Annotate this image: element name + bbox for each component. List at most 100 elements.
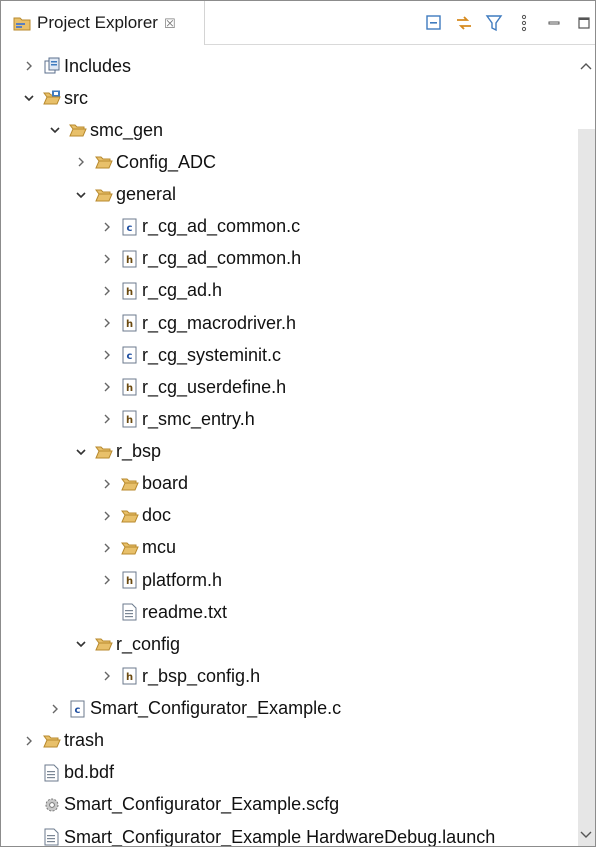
- tree-item-label: Includes: [64, 55, 132, 76]
- tree-item[interactable]: smc_gen: [1, 114, 576, 146]
- tree-item[interactable]: Smart_Configurator_Example HardwareDebug…: [1, 821, 576, 847]
- tree-item[interactable]: r_config: [1, 628, 576, 660]
- svg-text:h: h: [126, 672, 133, 683]
- h-file-icon: h: [121, 282, 139, 300]
- tree-item[interactable]: general: [1, 179, 576, 211]
- tree-item[interactable]: h r_cg_ad_common.h: [1, 243, 576, 275]
- collapse-all-icon[interactable]: [423, 12, 445, 34]
- expanded-chevron-icon[interactable]: [73, 628, 89, 660]
- tree-item[interactable]: Includes: [1, 50, 576, 82]
- tree-item[interactable]: c r_cg_ad_common.c: [1, 211, 576, 243]
- tree-item-label: r_config: [116, 633, 181, 654]
- minimize-icon[interactable]: [543, 12, 565, 34]
- expanded-chevron-icon[interactable]: [73, 436, 89, 468]
- tree-item[interactable]: Config_ADC: [1, 146, 576, 178]
- collapsed-chevron-icon[interactable]: [99, 403, 115, 435]
- svg-text:h: h: [126, 255, 133, 266]
- expanded-chevron-icon[interactable]: [73, 179, 89, 211]
- tree-item[interactable]: h r_cg_userdefine.h: [1, 371, 576, 403]
- vertical-scrollbar[interactable]: [577, 45, 595, 846]
- tree-item[interactable]: src: [1, 82, 576, 114]
- collapsed-chevron-icon[interactable]: [99, 564, 115, 596]
- project-explorer-view: Project Explorer ☒ Includes src smc_gen …: [0, 0, 596, 847]
- tree-item[interactable]: h r_cg_ad.h: [1, 275, 576, 307]
- collapsed-chevron-icon[interactable]: [21, 725, 37, 757]
- tree-item-label: general: [116, 184, 177, 205]
- no-twisty: [99, 596, 115, 628]
- tree-item-label: Smart_Configurator_Example HardwareDebug…: [64, 826, 496, 847]
- scroll-up-icon[interactable]: [577, 57, 595, 75]
- tab-project-explorer[interactable]: Project Explorer ☒: [1, 1, 205, 45]
- collapsed-chevron-icon[interactable]: [99, 532, 115, 564]
- scrollbar-thumb[interactable]: [578, 129, 595, 846]
- collapsed-chevron-icon[interactable]: [99, 211, 115, 243]
- svg-text:c: c: [127, 223, 133, 234]
- svg-text:h: h: [126, 319, 133, 330]
- tree-item-label: Config_ADC: [116, 151, 217, 172]
- collapsed-chevron-icon[interactable]: [99, 307, 115, 339]
- tree-item[interactable]: c r_cg_systeminit.c: [1, 339, 576, 371]
- tree-item-label: smc_gen: [90, 119, 164, 140]
- svg-text:h: h: [126, 383, 133, 394]
- collapsed-chevron-icon[interactable]: [99, 468, 115, 500]
- tab-bar-divider: [205, 44, 595, 45]
- folder-open-icon: [43, 732, 61, 750]
- tree-item[interactable]: mcu: [1, 532, 576, 564]
- no-twisty: [21, 757, 37, 789]
- view-title: Project Explorer: [37, 13, 158, 32]
- h-file-icon: h: [121, 250, 139, 268]
- expanded-chevron-icon[interactable]: [47, 114, 63, 146]
- collapsed-chevron-icon[interactable]: [99, 660, 115, 692]
- tree-item-label: r_bsp_config.h: [142, 665, 261, 686]
- includes-icon: [43, 57, 61, 75]
- tree-item[interactable]: Smart_Configurator_Example.scfg: [1, 789, 576, 821]
- h-file-icon: h: [121, 667, 139, 685]
- collapsed-chevron-icon[interactable]: [99, 275, 115, 307]
- maximize-icon[interactable]: [573, 12, 595, 34]
- svg-text:h: h: [126, 415, 133, 426]
- view-menu-icon[interactable]: [513, 12, 535, 34]
- c-file-icon: c: [69, 700, 87, 718]
- folder-open-icon: [69, 121, 87, 139]
- view-tab-bar: Project Explorer ☒: [1, 1, 595, 45]
- filter-icon[interactable]: [483, 12, 505, 34]
- collapsed-chevron-icon[interactable]: [73, 146, 89, 178]
- collapsed-chevron-icon[interactable]: [99, 339, 115, 371]
- tree-item[interactable]: c Smart_Configurator_Example.c: [1, 693, 576, 725]
- svg-text:h: h: [126, 576, 133, 587]
- h-file-icon: h: [121, 410, 139, 428]
- tree-item-label: r_cg_macrodriver.h: [142, 312, 297, 333]
- text-file-icon: [43, 764, 61, 782]
- tree-item[interactable]: board: [1, 468, 576, 500]
- c-file-icon: c: [121, 346, 139, 364]
- text-file-icon: [43, 828, 61, 846]
- expanded-chevron-icon[interactable]: [21, 82, 37, 114]
- tree-item[interactable]: readme.txt: [1, 596, 576, 628]
- scroll-down-icon[interactable]: [577, 826, 595, 844]
- text-file-icon: [121, 603, 139, 621]
- tree-item[interactable]: h r_smc_entry.h: [1, 403, 576, 435]
- gear-file-icon: [43, 796, 61, 814]
- close-view-icon[interactable]: ☒: [164, 16, 176, 32]
- tree-item-label: Smart_Configurator_Example.c: [90, 698, 342, 719]
- collapsed-chevron-icon[interactable]: [99, 500, 115, 532]
- collapsed-chevron-icon[interactable]: [99, 243, 115, 275]
- tree-item[interactable]: h r_cg_macrodriver.h: [1, 307, 576, 339]
- svg-text:c: c: [75, 705, 81, 716]
- link-with-editor-icon[interactable]: [453, 12, 475, 34]
- tree-item-label: r_bsp: [116, 441, 162, 462]
- tree-item[interactable]: h r_bsp_config.h: [1, 660, 576, 692]
- tree-item[interactable]: r_bsp: [1, 436, 576, 468]
- tree-item[interactable]: trash: [1, 725, 576, 757]
- tree-item-label: mcu: [142, 537, 177, 558]
- source-folder-icon: [43, 89, 61, 107]
- collapsed-chevron-icon[interactable]: [99, 371, 115, 403]
- tree-item-label: doc: [142, 505, 172, 526]
- tree-item-label: r_cg_ad.h: [142, 280, 223, 301]
- tree-item[interactable]: doc: [1, 500, 576, 532]
- tree-item[interactable]: h platform.h: [1, 564, 576, 596]
- tree-item[interactable]: bd.bdf: [1, 757, 576, 789]
- collapsed-chevron-icon[interactable]: [21, 50, 37, 82]
- h-file-icon: h: [121, 378, 139, 396]
- collapsed-chevron-icon[interactable]: [47, 693, 63, 725]
